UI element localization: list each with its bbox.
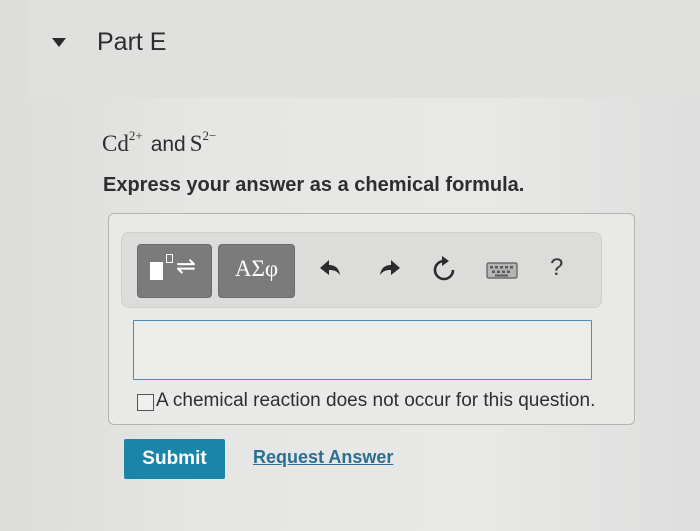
undo-icon[interactable] — [316, 254, 344, 286]
ion2-charge: 2− — [202, 128, 217, 143]
question-connector: and — [150, 133, 186, 156]
question-ions: Cd2+ and S2− — [102, 128, 216, 157]
answer-input[interactable] — [133, 320, 592, 380]
instruction-text: Express your answer as a chemical formul… — [103, 174, 525, 196]
ion1-charge: 2+ — [128, 128, 143, 143]
redo-icon[interactable] — [376, 254, 404, 286]
reaction-arrows-icon: ⇌ — [176, 252, 197, 280]
no-reaction-label[interactable]: A chemical reaction does not occur for t… — [156, 390, 595, 412]
page: Part E Cd2+ and S2− Express your answer as… — [0, 0, 700, 531]
templates-superscript-box — [166, 254, 173, 263]
reset-icon[interactable] — [430, 254, 458, 286]
part-title: Part E — [97, 28, 167, 56]
ion2-base: S — [189, 131, 203, 156]
ion1-base: Cd — [102, 131, 129, 156]
submit-button[interactable]: Submit — [124, 439, 225, 479]
templates-icon — [150, 262, 163, 280]
help-icon[interactable]: ? — [550, 254, 563, 282]
collapse-caret-icon[interactable] — [52, 38, 66, 47]
greek-symbols-label: ΑΣφ — [234, 256, 279, 281]
request-answer-link[interactable]: Request Answer — [253, 447, 393, 468]
no-reaction-checkbox[interactable] — [137, 394, 154, 411]
keyboard-icon[interactable] — [486, 254, 518, 286]
templates-button[interactable] — [137, 244, 212, 298]
